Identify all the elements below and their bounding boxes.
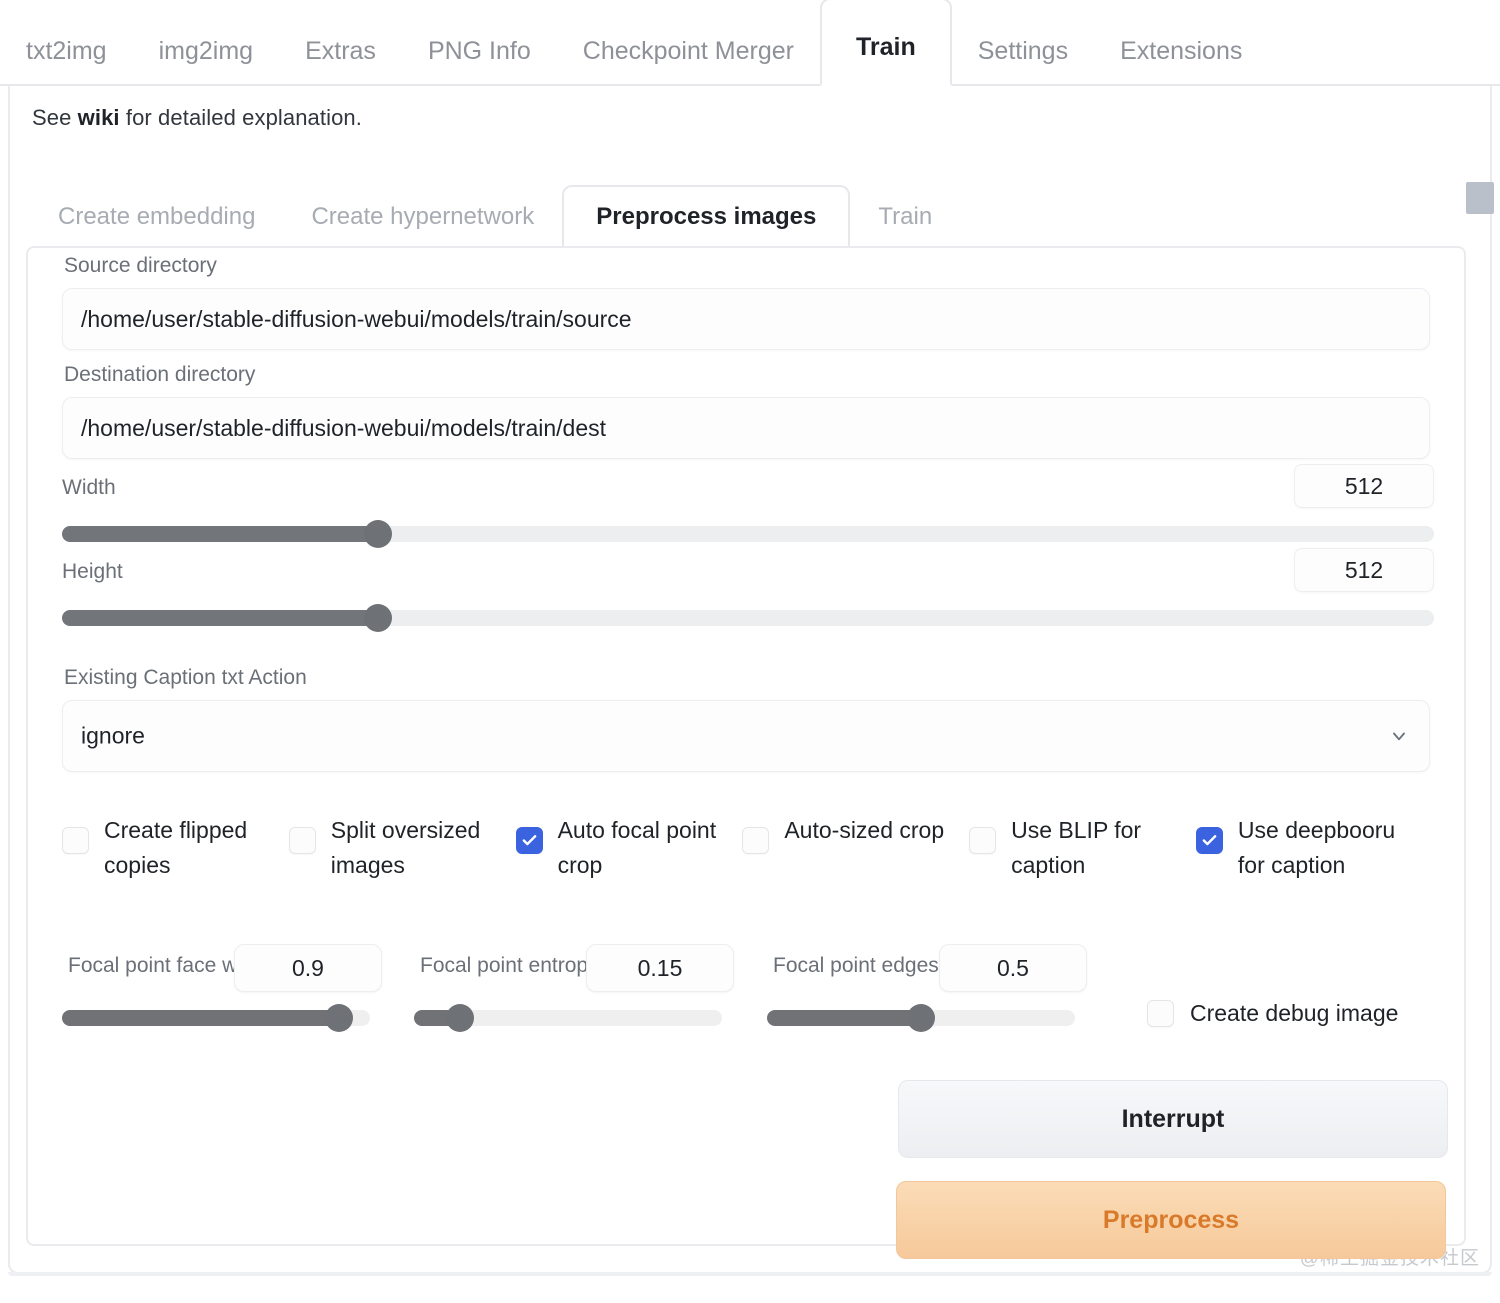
checkbox-split-oversized-images-label: Split oversized images [330, 817, 481, 878]
caption-action-value: ignore [81, 722, 145, 749]
wiki-notice-prefix: See [32, 105, 78, 130]
tab-extras-label[interactable]: Extras [305, 39, 376, 86]
width-slider-thumb[interactable] [363, 520, 392, 548]
focal-face-weight-fill [62, 1010, 340, 1026]
options-checkbox-row: Create flipped copies Split oversized im… [62, 813, 1434, 882]
checkbox-checked-icon[interactable] [515, 827, 543, 854]
caption-action-field: Existing Caption txt Action ignore [62, 666, 1430, 772]
subtab-create-hypernetwork[interactable]: Create hypernetwork [283, 205, 562, 247]
checkbox-unchecked-icon[interactable] [288, 827, 316, 854]
subtab-create-hypernetwork-label[interactable]: Create hypernetwork [311, 205, 534, 229]
focal-entropy-weight-thumb[interactable] [446, 1004, 475, 1032]
vertical-scrollbar-thumb[interactable] [1466, 182, 1494, 214]
source-directory-field: Source directory [62, 254, 1430, 350]
interrupt-button[interactable]: Interrupt [898, 1080, 1448, 1158]
width-slider-fill [62, 526, 378, 542]
destination-directory-field: Destination directory [62, 363, 1430, 459]
tab-train-label[interactable]: Train [856, 35, 916, 64]
focal-edges-weight-number-input[interactable]: 0.5 [939, 944, 1087, 992]
tab-checkpoint-merger[interactable]: Checkpoint Merger [557, 39, 820, 86]
height-slider-fill [62, 610, 378, 626]
checkbox-unchecked-icon[interactable] [62, 827, 89, 854]
checkbox-use-blip-for-caption[interactable]: Use BLIP for caption [969, 813, 1196, 882]
checkbox-auto-focal-point-crop[interactable]: Auto focal point crop [515, 813, 743, 882]
preprocess-button[interactable]: Preprocess [896, 1181, 1446, 1259]
tab-extensions[interactable]: Extensions [1094, 39, 1268, 86]
checkbox-unchecked-icon[interactable] [1147, 999, 1174, 1027]
focal-entropy-weight-label: Focal point entropy weight [420, 954, 600, 977]
checkbox-unchecked-icon[interactable] [969, 827, 997, 854]
height-number-input[interactable]: 512 [1294, 548, 1434, 592]
checkbox-create-flipped-copies-label: Create flipped copies [104, 817, 248, 878]
checkbox-create-debug-image-label: Create debug image [1190, 1000, 1399, 1026]
height-slider-group: Height 512 [62, 548, 1434, 632]
subtab-preprocess-images[interactable]: Preprocess images [562, 185, 851, 249]
checkbox-checked-icon[interactable] [1195, 827, 1223, 854]
caption-action-dropdown[interactable]: ignore [62, 700, 1430, 772]
caption-action-label: Existing Caption txt Action [64, 666, 307, 689]
checkbox-unchecked-icon[interactable] [742, 827, 770, 854]
height-slider-track[interactable] [62, 604, 1434, 632]
focal-edges-weight-fill [767, 1010, 921, 1026]
tab-train[interactable]: Train [819, 0, 952, 86]
checkbox-use-blip-for-caption-label: Use BLIP for caption [1011, 817, 1142, 878]
focal-edges-weight-label: Focal point edges weight [773, 954, 953, 977]
subtab-create-embedding[interactable]: Create embedding [30, 205, 283, 247]
width-slider-group: Width 512 [62, 464, 1434, 548]
checkbox-use-deepbooru-for-caption-label: Use deepbooru for caption [1237, 817, 1396, 878]
preprocess-form-card: Source directory Destination directory W… [26, 246, 1466, 1259]
focal-edges-weight-thumb[interactable] [907, 1004, 935, 1032]
tab-txt2img[interactable]: txt2img [0, 39, 133, 86]
train-sub-tab-bar: Create embedding Create hypernetwork Pre… [30, 185, 960, 249]
destination-directory-label: Destination directory [64, 363, 256, 386]
panel-bottom-edge [8, 1272, 1492, 1276]
wiki-notice-suffix: for detailed explanation. [119, 105, 362, 130]
checkbox-auto-focal-point-crop-label: Auto focal point crop [557, 817, 717, 878]
wiki-notice: See wiki for detailed explanation. [32, 105, 362, 131]
tab-png-info-label[interactable]: PNG Info [428, 39, 531, 86]
height-slider-thumb[interactable] [363, 604, 392, 632]
tab-txt2img-label[interactable]: txt2img [26, 39, 107, 86]
tab-checkpoint-merger-label[interactable]: Checkpoint Merger [583, 39, 794, 86]
checkbox-split-oversized-images[interactable]: Split oversized images [288, 813, 516, 882]
width-number-input[interactable]: 512 [1294, 464, 1434, 508]
subtab-preprocess-images-label[interactable]: Preprocess images [596, 205, 816, 229]
checkbox-auto-sized-crop[interactable]: Auto-sized crop [742, 813, 969, 854]
focal-face-weight-thumb[interactable] [325, 1004, 354, 1032]
width-slider-track[interactable] [62, 520, 1434, 548]
tab-img2img[interactable]: img2img [133, 39, 279, 86]
focal-edges-weight-track[interactable] [767, 1004, 1075, 1032]
wiki-link[interactable]: wiki [78, 105, 120, 130]
subtab-create-embedding-label[interactable]: Create embedding [58, 205, 255, 229]
focal-face-weight-label: Focal point face weight [68, 954, 248, 977]
focal-face-weight-number-input[interactable]: 0.9 [234, 944, 382, 992]
source-directory-input[interactable] [62, 288, 1430, 350]
tab-img2img-label[interactable]: img2img [159, 39, 253, 86]
width-label: Width [62, 476, 116, 499]
main-tab-bar: txt2img img2img Extras PNG Info Checkpoi… [0, 0, 1500, 86]
chevron-down-icon [1389, 726, 1409, 746]
tab-extras[interactable]: Extras [279, 39, 402, 86]
tab-settings-label[interactable]: Settings [978, 39, 1068, 86]
checkbox-create-flipped-copies[interactable]: Create flipped copies [62, 813, 289, 882]
source-directory-label: Source directory [64, 254, 217, 277]
focal-entropy-weight-track[interactable] [414, 1004, 722, 1032]
focal-face-weight-track[interactable] [62, 1004, 370, 1032]
subtab-train[interactable]: Train [850, 205, 960, 247]
checkbox-use-deepbooru-for-caption[interactable]: Use deepbooru for caption [1195, 813, 1434, 882]
tab-settings[interactable]: Settings [952, 39, 1094, 86]
checkbox-auto-sized-crop-label: Auto-sized crop [784, 817, 945, 843]
destination-directory-input[interactable] [62, 397, 1430, 459]
subtab-train-label[interactable]: Train [878, 205, 932, 229]
tab-extensions-label[interactable]: Extensions [1120, 39, 1242, 86]
app-window: txt2img img2img Extras PNG Info Checkpoi… [0, 0, 1500, 1303]
height-label: Height [62, 560, 123, 583]
checkbox-create-debug-image[interactable]: Create debug image [1147, 996, 1398, 1031]
tab-png-info[interactable]: PNG Info [402, 39, 557, 86]
focal-entropy-weight-number-input[interactable]: 0.15 [586, 944, 734, 992]
